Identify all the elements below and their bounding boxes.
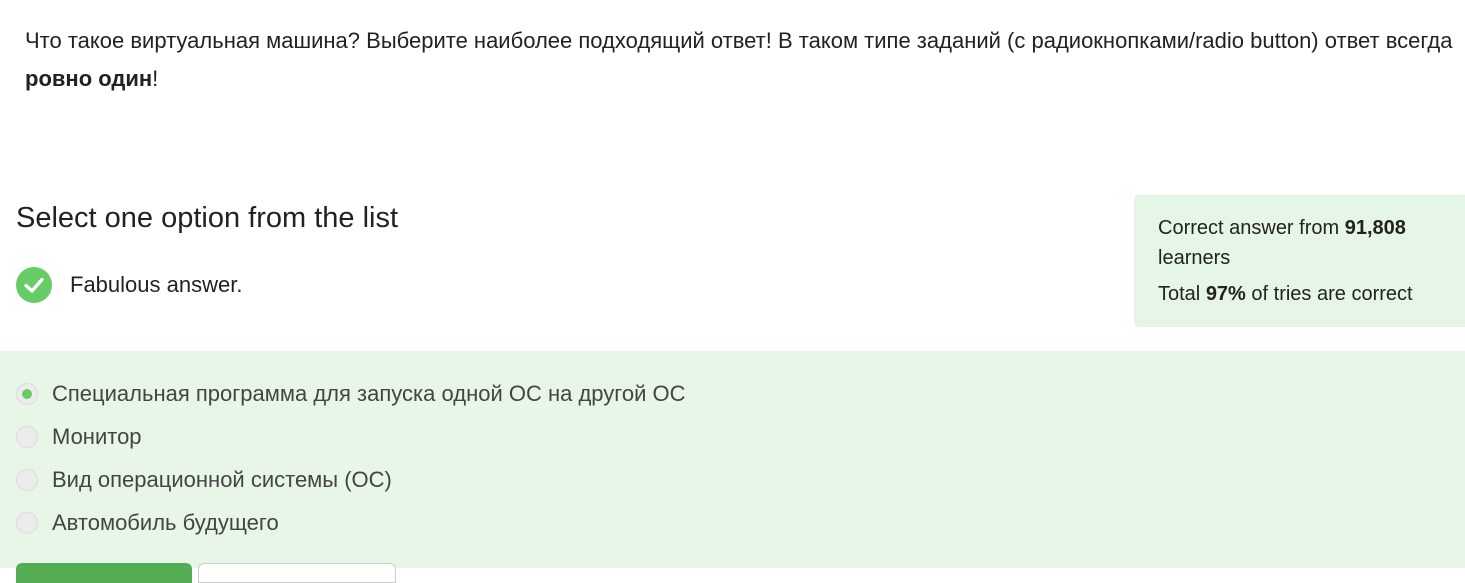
options-panel: Специальная программа для запуска одной … [0,351,1465,568]
option-label: Автомобиль будущего [52,510,279,535]
stats-learners-count: 91,808 [1344,217,1406,239]
radio-unchecked-icon[interactable] [16,512,38,534]
question-emphasis: ровно один [25,66,153,91]
radio-unchecked-icon[interactable] [16,426,38,448]
question-text-end: ! [152,66,159,91]
stats-learners-prefix: Correct answer from [1158,217,1345,239]
secondary-button[interactable] [198,563,396,583]
option-label: Вид операционной системы (ОС) [52,467,392,492]
stats-total-prefix: Total [1158,283,1206,305]
question-text-start: Что такое виртуальная машина? Выберите н… [25,28,1453,53]
feedback-text: Fabulous answer. [70,272,243,297]
option-radio-4[interactable]: Автомобиль будущего [16,510,279,536]
stats-percent-value: 97% [1205,283,1246,305]
question-text: Что такое виртуальная машина? Выберите н… [25,22,1465,98]
stats-learners: Correct answer from 91,808 learners [1158,213,1455,273]
option-radio-2[interactable]: Монитор [16,424,142,450]
task-title: Select one option from the list [16,202,399,234]
radio-checked-icon[interactable] [16,383,38,405]
check-circle-icon [16,267,52,303]
option-radio-3[interactable]: Вид операционной системы (ОС) [16,467,392,493]
option-label: Специальная программа для запуска одной … [52,381,686,406]
option-label: Монитор [52,424,142,449]
submit-button[interactable] [16,563,192,583]
stats-panel: Correct answer from 91,808 learners Tota… [1134,195,1465,327]
option-radio-1[interactable]: Специальная программа для запуска одной … [16,381,685,407]
stats-percent: Total 97% of tries are correct [1158,279,1455,309]
stats-learners-suffix: learners [1158,247,1231,269]
radio-unchecked-icon[interactable] [16,469,38,491]
feedback-message: Fabulous answer. [16,267,242,303]
stats-total-suffix: of tries are correct [1245,283,1413,305]
